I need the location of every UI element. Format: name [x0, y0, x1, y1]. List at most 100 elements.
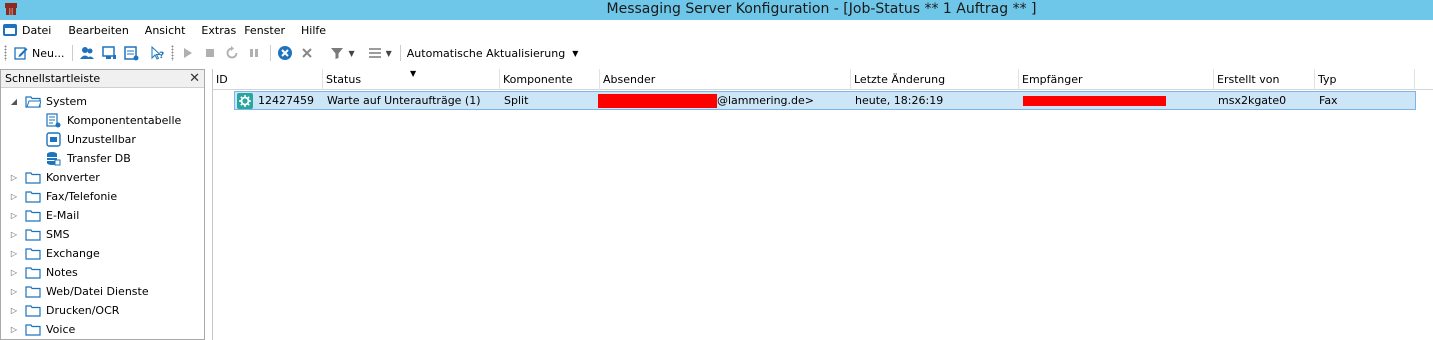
cell-typ: Fax [1319, 94, 1338, 107]
tree-label-notes: Notes [46, 266, 78, 279]
menu-hilfe[interactable]: Hilfe [301, 24, 334, 37]
auto-refresh-label: Automatische Aktualisierung [406, 46, 566, 60]
tree-item-exchange[interactable]: ▷ Exchange [1, 244, 204, 263]
cell-status: Warte auf Unteraufträge (1) [327, 94, 481, 107]
auto-refresh-dropdown[interactable]: Automatische Aktualisierung ▼ [407, 43, 579, 63]
tree-item-konverter[interactable]: ▷ Konverter [1, 168, 204, 187]
toolbar-separator-2 [270, 45, 272, 61]
collapsed-arrow-icon[interactable]: ▷ [9, 249, 19, 258]
tree-label-unzustellbar: Unzustellbar [67, 133, 136, 146]
users-button[interactable] [79, 43, 95, 63]
play-icon [184, 48, 193, 58]
tree-label-e-mail: E-Mail [46, 209, 80, 222]
menu-ansicht[interactable]: Ansicht [145, 24, 194, 37]
column-header-erstellt-von[interactable]: Erstellt von [1214, 69, 1315, 90]
cancel-button[interactable] [277, 43, 293, 63]
tree-item-notes[interactable]: ▷ Notes [1, 263, 204, 282]
columns-button[interactable]: ▼ [367, 43, 392, 63]
column-header-typ[interactable]: Typ [1315, 69, 1415, 90]
column-header-id[interactable]: ID [213, 69, 323, 90]
refresh-button[interactable] [224, 43, 240, 63]
play-button[interactable] [180, 43, 196, 63]
menu-extras[interactable]: Extras [201, 24, 244, 37]
toolbar-grip-2[interactable] [171, 45, 175, 61]
tree-label-exchange: Exchange [46, 247, 100, 260]
tree-item-voice[interactable]: ▷ Voice [1, 320, 204, 339]
new-button[interactable]: Neu... [13, 43, 64, 63]
menu-bar: Datei Bearbeiten Ansicht Extras Fenster … [0, 20, 1433, 40]
delete-button[interactable] [299, 43, 315, 63]
collapsed-arrow-icon[interactable]: ▷ [9, 211, 19, 220]
list-button[interactable] [123, 43, 139, 63]
collapsed-arrow-icon[interactable]: ▷ [9, 268, 19, 277]
folder-icon [25, 266, 41, 279]
tree-label-sms: SMS [46, 228, 70, 241]
job-gear-icon [237, 92, 253, 109]
job-status-grid: ID Status Komponente Absender Letzte Änd… [212, 69, 1433, 340]
collapsed-arrow-icon[interactable]: ▷ [9, 230, 19, 239]
toolbar-separator [72, 45, 74, 61]
window-title: Messaging Server Konfiguration - [Job-St… [606, 1, 1037, 17]
tree-item-web-datei-dienste[interactable]: ▷ Web/Datei Dienste [1, 282, 204, 301]
column-header-empfaenger[interactable]: Empfänger [1019, 69, 1214, 90]
tree-item-fax-telefonie[interactable]: ▷ Fax/Telefonie [1, 187, 204, 206]
close-icon[interactable]: ✕ [189, 71, 200, 86]
sort-descending-icon: ▼ [410, 69, 417, 78]
delete-x-icon [302, 48, 313, 58]
tree-item-system[interactable]: ◢ System [1, 92, 204, 111]
tree-item-e-mail[interactable]: ▷ E-Mail [1, 206, 204, 225]
window-menu-icon[interactable] [2, 23, 18, 37]
help-pointer-icon: ? [151, 45, 165, 61]
column-header-absender[interactable]: Absender [600, 69, 851, 90]
column-header-letzte-aenderung[interactable]: Letzte Änderung [851, 69, 1019, 90]
toolbar-separator-3 [399, 45, 401, 61]
console-button[interactable] [101, 43, 117, 63]
filter-dropdown-icon: ▼ [348, 48, 355, 58]
svg-text:?: ? [159, 51, 164, 61]
tree-item-transfer-db[interactable]: Transfer DB [1, 149, 204, 168]
auto-refresh-chevron-icon: ▼ [572, 48, 579, 58]
quickstart-header: Schnellstartleiste ✕ [1, 70, 204, 88]
folder-icon [25, 285, 41, 298]
tree-label-web-datei-dienste: Web/Datei Dienste [46, 285, 149, 298]
filter-button[interactable]: ▼ [329, 43, 355, 63]
title-bar: Messaging Server Konfiguration - [Job-St… [0, 0, 1433, 20]
list-icon [124, 46, 139, 61]
users-icon [80, 47, 95, 59]
tree-label-konverter: Konverter [46, 171, 100, 184]
database-icon [47, 152, 61, 166]
tree-item-sms[interactable]: ▷ SMS [1, 225, 204, 244]
new-icon [14, 47, 28, 60]
collapsed-arrow-icon[interactable]: ▷ [9, 192, 19, 201]
tree-item-unzustellbar[interactable]: Unzustellbar [1, 130, 204, 149]
collapsed-arrow-icon[interactable]: ▷ [9, 173, 19, 182]
tree-item-drucken-ocr[interactable]: ▷ Drucken/OCR [1, 301, 204, 320]
folder-icon [25, 228, 41, 241]
tree-label-drucken-ocr: Drucken/OCR [46, 304, 120, 317]
cell-letzte-aenderung: heute, 18:26:19 [855, 94, 944, 107]
cell-id: 12427459 [258, 94, 314, 107]
collapsed-arrow-icon[interactable]: ▷ [9, 306, 19, 315]
toolbar-grip[interactable] [4, 45, 7, 61]
stop-button[interactable] [202, 43, 218, 63]
absender-redaction [598, 94, 717, 108]
collapsed-arrow-icon[interactable]: ▷ [9, 287, 19, 296]
tree-item-komponententabelle[interactable]: Komponententabelle [1, 111, 204, 130]
component-table-icon [46, 113, 61, 128]
folder-icon [25, 209, 41, 222]
table-row[interactable]: 12427459 Warte auf Unteraufträge (1) Spl… [234, 91, 1416, 110]
empfaenger-redaction [1023, 96, 1166, 106]
column-header-komponente[interactable]: Komponente [500, 69, 600, 90]
cell-erstellt-von: msx2kgate0 [1218, 94, 1287, 107]
menu-bearbeiten[interactable]: Bearbeiten [68, 24, 136, 37]
expanded-arrow-icon[interactable]: ◢ [9, 97, 19, 106]
pause-button[interactable] [246, 43, 262, 63]
console-icon [102, 46, 117, 59]
folder-icon [25, 247, 41, 260]
help-pointer-button[interactable]: ? [149, 43, 165, 63]
menu-fenster[interactable]: Fenster [244, 24, 293, 37]
collapsed-arrow-icon[interactable]: ▷ [9, 325, 19, 334]
menu-datei[interactable]: Datei [22, 24, 59, 37]
columns-dropdown-icon: ▼ [385, 48, 392, 58]
quickstart-pane: Schnellstartleiste ✕ ◢ System Komponente… [0, 69, 205, 340]
